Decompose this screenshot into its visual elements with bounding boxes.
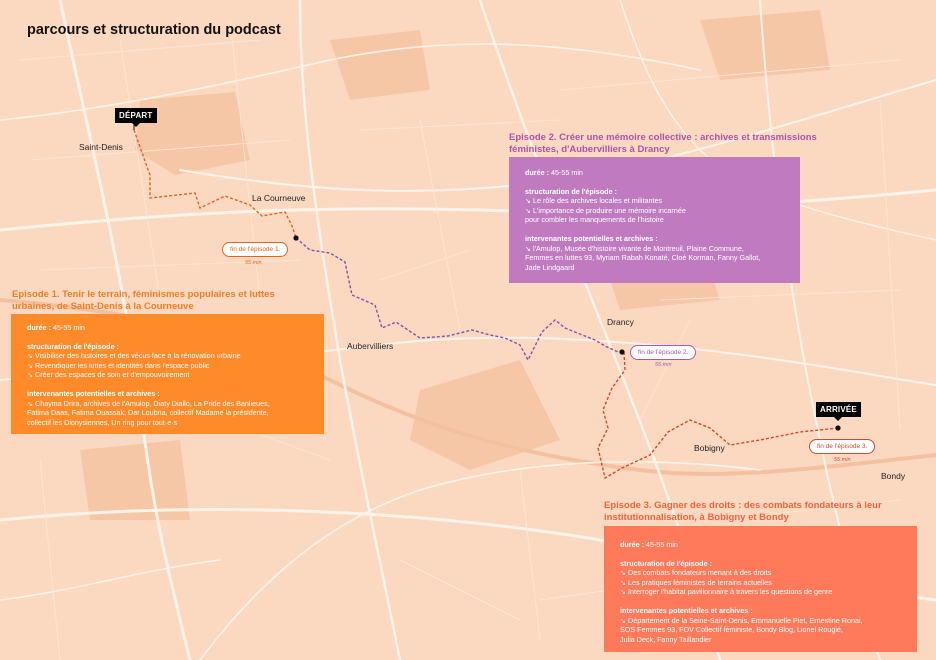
marker-depart: DÉPART [115, 108, 157, 127]
episode-1-title-line1: Episode 1. Tenir le terrain, féminismes … [12, 289, 275, 300]
town-la-courneuve: La Courneuve [252, 193, 306, 203]
episode-3-title: Episode 3. Gagner des droits : des comba… [604, 500, 882, 524]
episode-3-duree: durée : 45-55 min [620, 540, 678, 549]
episode-3-intervenantes-label: intervenantes potentielles et archives : [620, 605, 753, 615]
episode-1-title-line2: urbaines, de Saint-Denis à la Courneuve [12, 301, 194, 312]
episode-2-intervenantes-line: Jade Lindgaard [525, 262, 575, 272]
town-aubervilliers: Aubervilliers [347, 341, 394, 351]
episode-3-title-line2: institutionnalisation, à Bobigny et Bond… [604, 512, 789, 523]
episode-2-structuration-item: ↘ Le rôle des archives locales et milita… [525, 196, 663, 206]
episode-3-intervenantes-line: ↘ Département de la Seine-Saint-Denis, E… [620, 615, 863, 625]
town-drancy: Drancy [607, 317, 634, 327]
episode-2-structuration-item: pour combler les manquements de l'histoi… [525, 215, 664, 225]
episode-2-intervenantes-line: ↘ l'Amulop, Musée d'histoire vivante de … [525, 243, 744, 253]
episode-2-title-line1: Episode 2. Créer une mémoire collective … [509, 132, 817, 143]
episode-1-structuration-item: ↘ Créer des espaces de soin et d'empouvo… [27, 370, 190, 380]
town-bobigny: Bobigny [694, 443, 725, 453]
episode-3-intervenantes-line: SOS Femmes 93, FOV Collectif féministe, … [620, 625, 843, 635]
fin-episode-1-duration: 55 min [245, 260, 262, 266]
episode-1-structuration-label: structuration de l'épisode : [27, 341, 119, 351]
fin-episode-2-label: fin de l'épisode 2. [630, 345, 697, 360]
fin-episode-3-label: fin de l'épisode 3. [809, 439, 876, 454]
episode-2-duree: durée : 45-55 min [525, 168, 583, 177]
town-bondy: Bondy [881, 471, 906, 481]
marker-arrivee: ARRIVÉE [816, 402, 861, 421]
episode-1-box: durée : 45-55 min structuration de l'épi… [11, 314, 324, 434]
stop-arrivee [835, 425, 841, 431]
episode-1-intervenantes-label: intervenantes potentielles et archives : [27, 388, 160, 398]
episode-2-intervenantes-label: intervenantes potentielles et archives : [525, 233, 658, 243]
episode-2-structuration-item: ↘ L'importance de produire une mémoire i… [525, 205, 686, 215]
episode-1-intervenantes-line: Fatima Daas, Fatima Ouassak, Dar Loubna,… [27, 408, 269, 418]
episode-1-intervenantes-line: collectif les Dionysiennes, Un ring pour… [27, 417, 178, 427]
episode-2-title-line2: féministes, d'Aubervilliers à Drancy [509, 144, 670, 155]
episode-3-intervenantes-line: Julia Deck, Fanny Taillandier [620, 634, 712, 644]
episode-2-box: durée : 45-55 min structuration de l'épi… [509, 157, 800, 283]
episode-1-title: Episode 1. Tenir le terrain, féminismes … [12, 289, 275, 313]
episode-2-title: Episode 2. Créer une mémoire collective … [509, 132, 817, 156]
episode-1-structuration-item: ↘ Visibiliser des histoires et des vécus… [27, 351, 241, 361]
fin-episode-2-duration: 55 min [655, 362, 672, 368]
episode-3-structuration-item: ↘ Les pratiques féministes de terrains a… [620, 577, 772, 587]
episode-3-box: durée : 45-55 min structuration de l'épi… [604, 526, 917, 652]
fin-episode-1-label: fin de l'épisode 1. [222, 242, 289, 257]
episode-1-duree: durée : 45-55 min [27, 323, 85, 332]
episode-2-intervenantes-line: Femmes en luttes 93, Myriam Rabah Konaté… [525, 253, 761, 263]
page-title: parcours et structuration du podcast [27, 22, 281, 38]
episode-2-structuration-label: structuration de l'épisode : [525, 186, 617, 196]
stop-episode-1-end [293, 235, 299, 241]
episode-1-intervenantes-line: ↘ Chayma Drira, archives de l'Amulop, Di… [27, 398, 270, 408]
fin-episode-3-duration: 55 min [834, 457, 851, 463]
episode-3-structuration-label: structuration de l'épisode : [620, 558, 712, 568]
town-saint-denis: Saint-Denis [79, 142, 123, 152]
episode-3-title-line1: Episode 3. Gagner des droits : des comba… [604, 500, 882, 511]
episode-1-structuration-item: ↘ Revendiquer les luttes et identités da… [27, 360, 210, 370]
episode-3-structuration-item: ↘ Des combats fondateurs menant à des dr… [620, 568, 772, 578]
episode-3-structuration-item: ↘ Interroger l'habitat pavillonnaire à t… [620, 587, 833, 597]
stop-episode-2-end [619, 349, 625, 355]
